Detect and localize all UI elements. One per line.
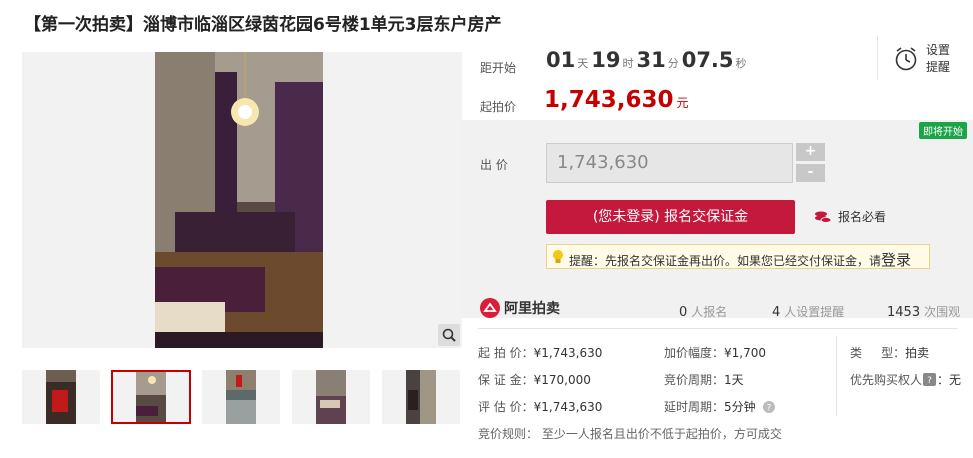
countdown-timer: 01 天 19 时 31 分 07.5 秒 bbox=[546, 48, 750, 72]
lightbulb-icon bbox=[553, 250, 563, 263]
thumbnail-3[interactable] bbox=[202, 370, 280, 424]
stat-views: 1453 次围观 bbox=[887, 303, 960, 320]
info-type-key: 类 型： bbox=[850, 346, 906, 360]
stat-views-label: 次围观 bbox=[924, 305, 961, 319]
info-appraisal-value: ¥1,743,630 bbox=[533, 400, 603, 414]
login-link[interactable]: 登录 bbox=[881, 251, 911, 269]
header-divider bbox=[877, 36, 878, 80]
info-increment-key: 加价幅度： bbox=[664, 346, 725, 360]
increase-bid-button[interactable]: + bbox=[796, 143, 825, 161]
stat-signups-label: 人报名 bbox=[691, 305, 728, 319]
info-deposit-key: 保 证 金： bbox=[478, 373, 534, 387]
info-priority-value: ：无 bbox=[937, 373, 962, 387]
question-badge-icon[interactable]: ? bbox=[923, 373, 937, 386]
signup-deposit-button[interactable]: (您未登录) 报名交保证金 bbox=[546, 200, 795, 234]
start-price-label-row: 起拍价 bbox=[480, 96, 516, 115]
info-start-price-value: ¥1,743,630 bbox=[533, 346, 603, 360]
stat-views-count: 1453 bbox=[887, 305, 921, 320]
countdown-seconds: 07.5 bbox=[681, 48, 734, 72]
stats-divider bbox=[478, 328, 958, 329]
bid-label: 出 价 bbox=[480, 158, 508, 172]
zoom-icon[interactable] bbox=[438, 324, 460, 346]
tip-text: 提醒：先报名交保证金再出价。如果您已经交付保证金，请 bbox=[569, 254, 882, 268]
countdown-minutes-unit: 分 bbox=[667, 57, 679, 70]
start-price-unit: 元 bbox=[676, 96, 689, 110]
info-type-value: 拍卖 bbox=[905, 346, 930, 360]
countdown-hours-unit: 时 bbox=[622, 57, 634, 70]
countdown-seconds-unit: 秒 bbox=[735, 57, 747, 70]
info-cycle-value: 1天 bbox=[724, 373, 744, 387]
info-cycle: 竞价周期：1天 bbox=[664, 371, 744, 388]
stat-signups-count: 0 bbox=[679, 305, 688, 320]
set-reminder-button[interactable]: 设置 提醒 bbox=[894, 42, 950, 76]
ali-auction-logo-icon bbox=[480, 298, 500, 318]
thumbnail-strip bbox=[22, 370, 462, 426]
main-photo bbox=[155, 52, 323, 348]
auction-page: 【第一次拍卖】淄博市临淄区绿茵花园6号楼1单元3层东户房产 距开始 01 天 1… bbox=[0, 0, 973, 458]
info-type: 类 型：拍卖 bbox=[850, 344, 929, 361]
start-price: 1,743,630 元 bbox=[544, 87, 689, 113]
countdown-minutes: 31 bbox=[636, 48, 666, 72]
stat-reminders-label: 人设置提醒 bbox=[784, 305, 845, 319]
info-divider bbox=[836, 336, 837, 416]
coins-icon bbox=[815, 211, 832, 223]
decrease-bid-button[interactable]: - bbox=[796, 164, 825, 182]
info-extension: 延时周期：5分钟 ? bbox=[664, 398, 776, 415]
must-read-link[interactable]: 报名必看 bbox=[814, 208, 886, 225]
info-start-price: 起 拍 价：¥1,743,630 bbox=[478, 344, 602, 361]
stat-reminders-count: 4 bbox=[772, 305, 781, 320]
countdown-label: 距开始 bbox=[480, 61, 517, 75]
status-badge: 即将开始 bbox=[919, 122, 967, 139]
countdown-days: 01 bbox=[546, 48, 576, 72]
bid-panel: 即将开始 出 价 1,743,630 + - (您未登录) 报名交保证金 报名必… bbox=[462, 120, 973, 318]
info-extension-key: 延时周期： bbox=[664, 400, 725, 414]
must-read-label: 报名必看 bbox=[838, 210, 887, 224]
main-image-viewer[interactable] bbox=[22, 52, 462, 348]
login-tip: 提醒：先报名交保证金再出价。如果您已经交付保证金，请登录 bbox=[546, 244, 930, 269]
info-cycle-key: 竞价周期： bbox=[664, 373, 725, 387]
svg-text:?: ? bbox=[767, 404, 772, 414]
info-increment-value: ¥1,700 bbox=[724, 346, 767, 360]
start-price-label: 起拍价 bbox=[480, 100, 517, 114]
info-deposit-value: ¥170,000 bbox=[533, 373, 591, 387]
countdown-hours: 19 bbox=[591, 48, 621, 72]
alarm-clock-icon bbox=[895, 47, 917, 71]
svg-text:?: ? bbox=[927, 376, 932, 386]
bidding-rule: 竞价规则： 至少一人报名且出价不低于起拍价，方可成交 bbox=[478, 427, 782, 441]
reminder-line-2: 提醒 bbox=[926, 60, 951, 74]
reminder-label: 设置 提醒 bbox=[926, 42, 950, 76]
countdown: 距开始 bbox=[480, 57, 516, 76]
thumbnail-1[interactable] bbox=[22, 370, 100, 424]
help-icon[interactable]: ? bbox=[763, 401, 776, 414]
page-title: 【第一次拍卖】淄博市临淄区绿茵花园6号楼1单元3层东户房产 bbox=[24, 15, 502, 35]
info-deposit: 保 证 金：¥170,000 bbox=[478, 371, 591, 388]
stat-reminders: 4 人设置提醒 bbox=[772, 303, 844, 320]
stat-signups: 0 人报名 bbox=[679, 303, 727, 320]
info-appraisal: 评 估 价：¥1,743,630 bbox=[478, 398, 602, 415]
info-extension-value: 5分钟 bbox=[724, 400, 756, 414]
thumbnail-5[interactable] bbox=[382, 370, 460, 424]
thumbnail-2[interactable] bbox=[111, 370, 191, 424]
info-priority-key: 优先购买权人 bbox=[850, 373, 923, 387]
thumbnail-4[interactable] bbox=[292, 370, 370, 424]
countdown-days-unit: 天 bbox=[577, 57, 589, 70]
info-priority: 优先购买权人? ：无 bbox=[850, 371, 961, 388]
reminder-line-1: 设置 bbox=[926, 43, 951, 57]
brand: 阿里拍卖 bbox=[480, 298, 560, 318]
brand-name: 阿里拍卖 bbox=[504, 301, 560, 317]
info-increment: 加价幅度：¥1,700 bbox=[664, 344, 766, 361]
start-price-value: 1,743,630 bbox=[544, 87, 674, 113]
info-start-price-key: 起 拍 价： bbox=[478, 346, 534, 360]
info-appraisal-key: 评 估 价： bbox=[478, 400, 534, 414]
auction-panel: 距开始 01 天 19 时 31 分 07.5 秒 设置 提醒 起拍价 1,743,630 元 bbox=[462, 36, 973, 458]
bid-input[interactable]: 1,743,630 bbox=[546, 143, 793, 183]
